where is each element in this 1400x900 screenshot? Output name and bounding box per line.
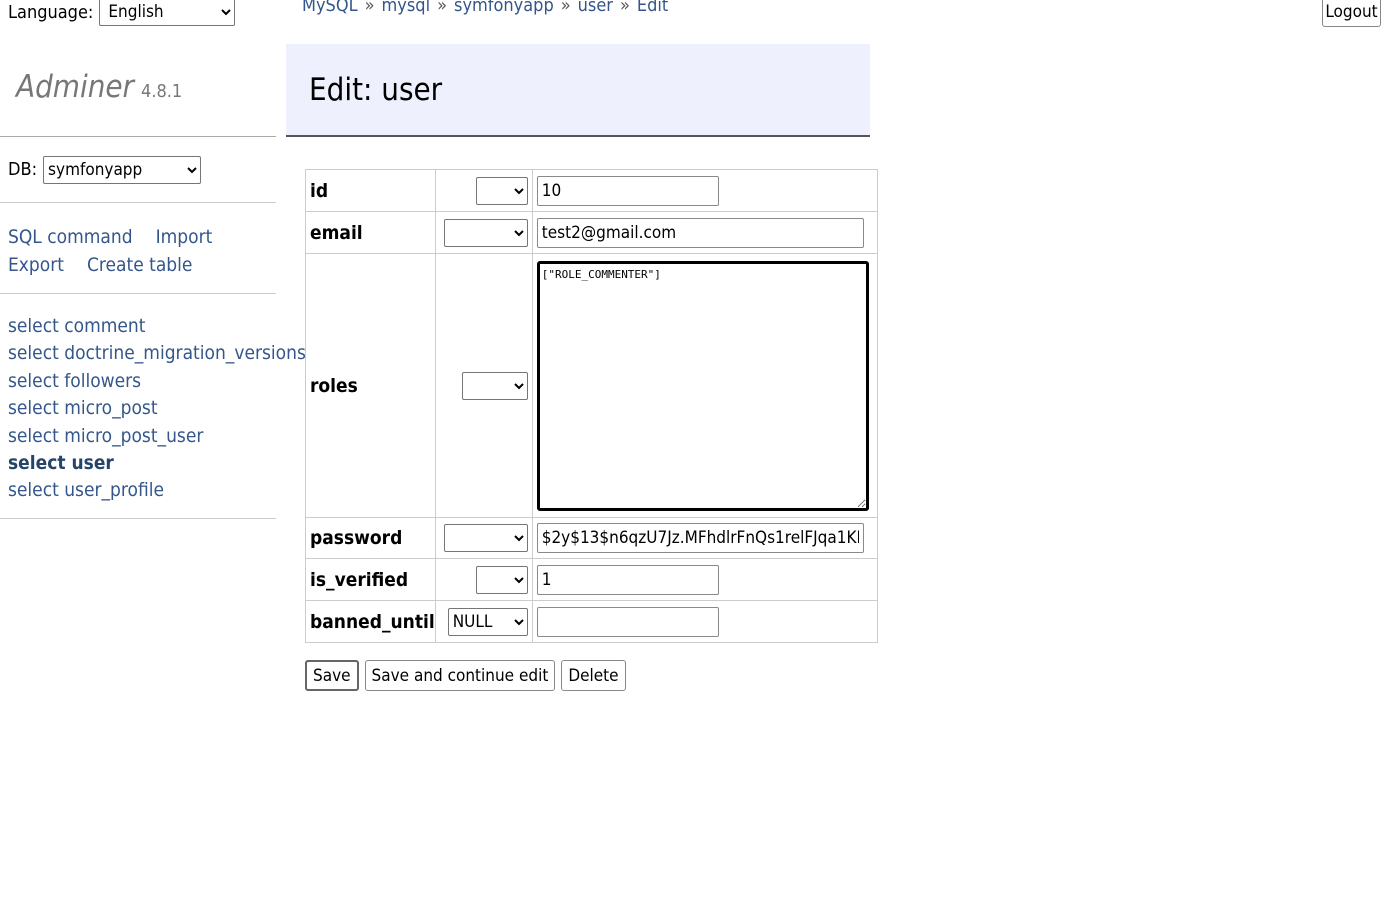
banned-until-input[interactable] — [536, 606, 719, 637]
field-label-password: password — [305, 517, 436, 559]
function-select-password[interactable] — [443, 524, 528, 552]
sql-command-link[interactable]: SQL command — [8, 226, 133, 248]
function-select-email[interactable] — [443, 218, 528, 247]
create-table-link[interactable]: Create table — [87, 254, 192, 276]
email-input[interactable] — [536, 217, 864, 248]
breadcrumb-symfonyapp[interactable]: symfonyapp — [454, 0, 554, 16]
table-link-micro-post-user[interactable]: select micro_post_user — [8, 423, 276, 450]
page-title: Edit: user — [309, 71, 443, 108]
language-switcher: Language: English — [8, 0, 236, 26]
page-heading: Edit: user — [286, 44, 870, 137]
save-and-continue-button[interactable]: Save and continue edit — [364, 660, 556, 691]
db-selector: DB: symfonyapp — [0, 137, 276, 203]
field-row-id: id — [305, 169, 878, 212]
language-select[interactable]: English — [99, 0, 236, 26]
field-label-email: email — [305, 211, 436, 254]
function-select-id[interactable] — [475, 176, 528, 205]
function-select-banned-until[interactable]: NULL — [447, 607, 528, 636]
adminer-brand: Adminer 4.8.1 — [0, 38, 276, 137]
logout-button[interactable]: Logout — [1322, 0, 1381, 27]
function-select-is-verified[interactable] — [475, 565, 528, 594]
adminer-logo-link[interactable]: Adminer — [16, 69, 134, 105]
adminer-version: 4.8.1 — [141, 80, 183, 102]
id-input[interactable] — [536, 175, 719, 206]
field-row-roles: roles ["ROLE_COMMENTER"] — [305, 253, 878, 518]
delete-button[interactable]: Delete — [561, 660, 626, 691]
db-links: SQL command Import Export Create table — [0, 203, 276, 294]
field-row-banned-until: banned_until NULL — [305, 600, 878, 643]
password-input[interactable] — [536, 523, 864, 553]
export-link[interactable]: Export — [8, 254, 64, 276]
language-label: Language: — [8, 1, 94, 23]
table-link-comment[interactable]: select comment — [8, 313, 276, 340]
field-row-email: email — [305, 211, 878, 254]
roles-textarea[interactable]: ["ROLE_COMMENTER"] — [536, 260, 869, 511]
table-link-micro-post[interactable]: select micro_post — [8, 395, 276, 422]
import-link[interactable]: Import — [156, 226, 213, 248]
is-verified-input[interactable] — [536, 564, 719, 595]
db-select[interactable]: symfonyapp — [43, 155, 202, 184]
breadcrumb-mysql-db[interactable]: mysql — [382, 0, 431, 16]
save-button[interactable]: Save — [305, 660, 359, 691]
table-link-doctrine-migration-versions[interactable]: select doctrine_migration_versions — [8, 340, 306, 367]
tables-list: select comment select doctrine_migration… — [0, 294, 306, 519]
field-row-password: password — [305, 517, 878, 559]
table-link-followers[interactable]: select followers — [8, 368, 276, 395]
breadcrumb: MySQL» mysql» symfonyapp» user» Edit — [302, 0, 668, 16]
breadcrumb-mysql-server[interactable]: MySQL — [302, 0, 358, 16]
db-label: DB: — [8, 159, 38, 180]
edit-form-table: id email roles ["ROLE_COMMENTER"] passwo… — [305, 169, 878, 643]
field-row-is-verified: is_verified — [305, 558, 878, 601]
table-link-user[interactable]: select user — [8, 450, 276, 477]
form-actions: Save Save and continue edit Delete — [305, 660, 626, 691]
field-label-banned-until: banned_until — [305, 600, 436, 643]
table-link-user-profile[interactable]: select user_profile — [8, 477, 276, 504]
breadcrumb-user[interactable]: user — [578, 0, 613, 16]
field-label-roles: roles — [305, 253, 436, 518]
field-label-is-verified: is_verified — [305, 558, 436, 601]
field-label-id: id — [305, 169, 436, 212]
breadcrumb-current: Edit — [636, 0, 669, 16]
sidebar: Adminer 4.8.1 DB: symfonyapp SQL command… — [0, 38, 306, 519]
function-select-roles[interactable] — [461, 371, 528, 400]
